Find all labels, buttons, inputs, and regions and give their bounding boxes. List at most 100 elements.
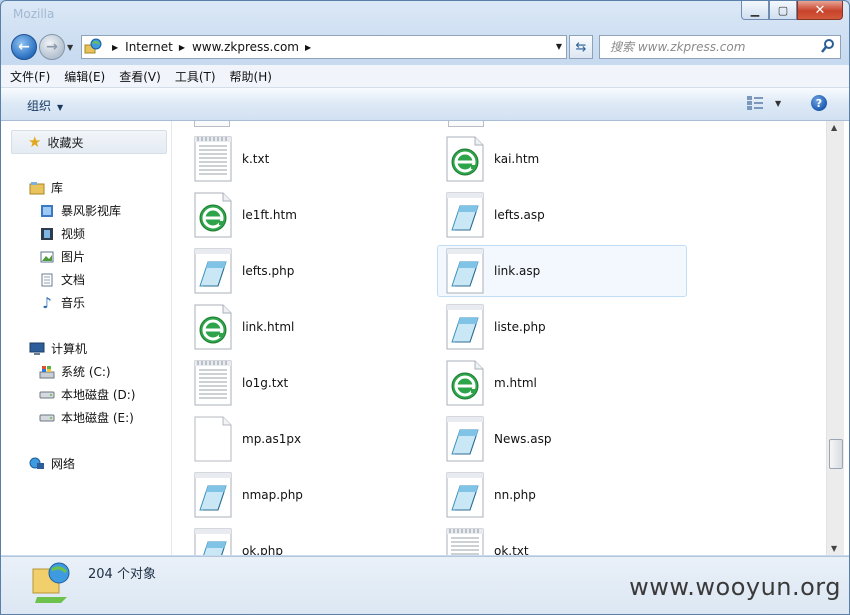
nav-drive-c[interactable]: 系统 (C:) — [39, 363, 111, 380]
title-bar[interactable]: Mozilla ▁ ▢ ✕ — [1, 1, 849, 29]
window-title: Mozilla — [13, 7, 55, 21]
nav-library-documents[interactable]: 文档 — [39, 271, 85, 288]
file-item[interactable]: News.asp — [437, 413, 687, 465]
network-icon — [29, 456, 45, 472]
menu-help[interactable]: 帮助(H) — [225, 68, 277, 85]
nav-library-storm-video[interactable]: 暴风影视库 — [39, 202, 121, 219]
library-icon — [29, 180, 45, 196]
nav-favorites-label: 收藏夹 — [47, 135, 84, 150]
script-file-icon — [446, 304, 484, 350]
file-name: link.html — [242, 320, 295, 334]
file-name: News.asp — [494, 432, 552, 446]
file-name: ok.txt — [494, 544, 529, 555]
file-item[interactable]: link.html — [185, 301, 435, 353]
file-item[interactable]: m.html — [437, 357, 687, 409]
file-item[interactable]: mp.as1px — [185, 413, 435, 465]
file-item[interactable]: lo1g.txt — [185, 357, 435, 409]
file-name: kai.htm — [494, 152, 540, 166]
maximize-button[interactable]: ▢ — [769, 1, 797, 20]
nav-favorites[interactable]: ★ 收藏夹 — [11, 130, 167, 154]
search-input[interactable] — [608, 39, 822, 55]
blank-file-icon — [194, 416, 232, 462]
file-item[interactable]: lefts.asp — [437, 189, 687, 241]
nav-library-music[interactable]: ♪ 音乐 — [39, 294, 85, 312]
refresh-button[interactable]: ⇆ — [569, 35, 593, 59]
nav-library[interactable]: 库 — [29, 179, 63, 196]
back-button[interactable]: ← — [11, 34, 37, 60]
file-item[interactable]: k.txt — [185, 133, 435, 185]
address-bar[interactable]: ▶ Internet ▶ www.zkpress.com ▶ ▼ — [81, 35, 567, 59]
minimize-button[interactable]: ▁ — [741, 1, 769, 20]
vertical-scrollbar[interactable]: ▲ ▼ — [826, 121, 844, 555]
scroll-up-icon[interactable]: ▲ — [831, 123, 837, 132]
file-item[interactable]: lefts.php — [185, 245, 435, 297]
forward-arrow-icon: → — [46, 39, 58, 55]
item-count: 204 个对象 — [88, 567, 156, 582]
search-icon[interactable] — [820, 38, 836, 54]
close-button[interactable]: ✕ — [797, 1, 843, 20]
nav-drive-d[interactable]: 本地磁盘 (D:) — [39, 386, 135, 403]
network-folder-icon — [32, 562, 70, 603]
organize-button[interactable]: 组织 ▼ — [27, 97, 63, 114]
menu-bar: 文件(F) 编辑(E) 查看(V) 工具(T) 帮助(H) — [1, 65, 849, 88]
refresh-icon: ⇆ — [575, 39, 587, 55]
film-icon — [39, 226, 55, 242]
address-dropdown-icon[interactable]: ▼ — [556, 42, 562, 51]
content-area: ★ 收藏夹 库 暴风影视库 视频 图片 文档 ♪ 音乐 计算机 系统 (C:) … — [1, 121, 849, 555]
file-item[interactable]: ok.php — [185, 525, 435, 555]
computer-icon — [29, 341, 45, 357]
breadcrumb-internet[interactable]: Internet ▶ — [125, 40, 192, 54]
recent-pages-dropdown[interactable]: ▼ — [67, 43, 73, 52]
nav-computer[interactable]: 计算机 — [29, 340, 87, 357]
nav-network[interactable]: 网络 — [29, 455, 75, 472]
back-arrow-icon: ← — [18, 39, 30, 55]
search-box — [599, 35, 841, 59]
nav-library-videos[interactable]: 视频 — [39, 225, 85, 242]
view-dropdown-icon: ▼ — [775, 98, 782, 108]
file-item[interactable]: nn.php — [437, 469, 687, 521]
file-item[interactable]: ok.txt — [437, 525, 687, 555]
chevron-down-icon: ▼ — [57, 103, 64, 112]
file-name: mp.as1px — [242, 432, 302, 446]
menu-edit[interactable]: 编辑(E) — [59, 68, 110, 85]
breadcrumb-separator-icon[interactable]: ▶ — [112, 43, 118, 52]
change-view-button[interactable]: ▼ — [747, 96, 781, 110]
forward-button[interactable]: → — [39, 34, 65, 60]
file-name: m.html — [494, 376, 537, 390]
text-file-icon — [446, 528, 484, 555]
ie-html-icon — [194, 192, 232, 238]
script-file-icon — [194, 248, 232, 294]
breadcrumb-site[interactable]: www.zkpress.com ▶ — [192, 40, 318, 54]
file-name: lo1g.txt — [242, 376, 289, 390]
script-file-icon — [446, 416, 484, 462]
scroll-down-icon[interactable]: ▼ — [831, 544, 837, 553]
system-drive-icon — [39, 364, 55, 380]
view-options-icon — [747, 96, 763, 110]
help-button[interactable]: ? — [811, 95, 827, 111]
file-item[interactable]: link.asp — [437, 245, 687, 297]
picture-icon — [39, 249, 55, 265]
navigation-pane: ★ 收藏夹 库 暴风影视库 视频 图片 文档 ♪ 音乐 计算机 系统 (C:) … — [1, 121, 172, 555]
ie-html-icon — [446, 136, 484, 182]
file-item[interactable]: nmap.php — [185, 469, 435, 521]
watermark: www.wooyun.org — [629, 573, 841, 601]
hard-drive-icon — [39, 410, 55, 426]
close-icon: ✕ — [814, 2, 826, 18]
file-item[interactable]: kai.htm — [437, 133, 687, 185]
maximize-icon: ▢ — [777, 3, 789, 17]
file-item[interactable]: liste.php — [437, 301, 687, 353]
video-library-icon — [39, 203, 55, 219]
text-file-icon — [194, 136, 232, 182]
menu-view[interactable]: 查看(V) — [114, 68, 166, 85]
nav-drive-e[interactable]: 本地磁盘 (E:) — [39, 409, 134, 426]
address-row: ← → ▼ ▶ Internet ▶ www.zkpress.com ▶ ▼ ⇆ — [1, 31, 849, 63]
menu-file[interactable]: 文件(F) — [5, 68, 55, 85]
star-icon: ★ — [28, 133, 42, 151]
scrollbar-thumb[interactable] — [829, 439, 843, 469]
menu-tools[interactable]: 工具(T) — [170, 68, 221, 85]
explorer-window: Mozilla ▁ ▢ ✕ ← → ▼ ▶ Internet ▶ www.zkpr… — [0, 0, 850, 615]
file-thumb-partial — [448, 121, 484, 127]
nav-library-pictures[interactable]: 图片 — [39, 248, 85, 265]
file-name: ok.php — [242, 544, 283, 555]
file-item[interactable]: le1ft.htm — [185, 189, 435, 241]
